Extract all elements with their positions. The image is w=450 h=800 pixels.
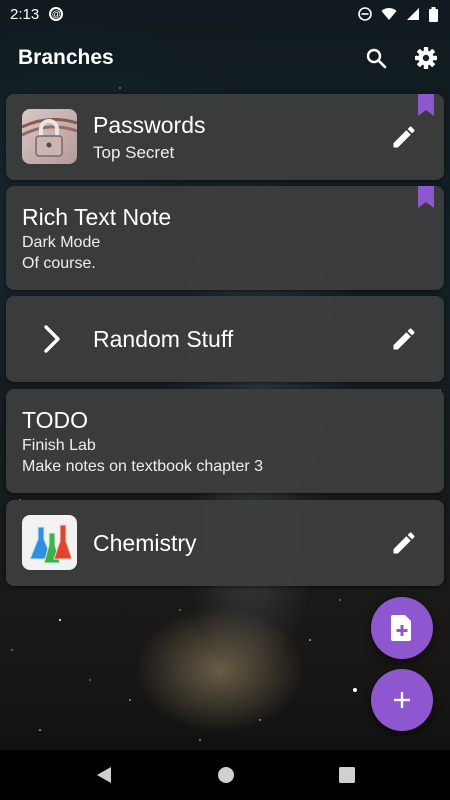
battery-icon (429, 6, 438, 22)
note-line: Finish Lab (22, 437, 96, 454)
status-bar: 2:13 @ (0, 0, 450, 28)
pencil-icon[interactable] (390, 529, 418, 557)
branch-card-chemistry[interactable]: Chemistry (6, 500, 444, 586)
system-nav-bar (0, 750, 450, 800)
card-subtitle: Top Secret (93, 143, 175, 162)
search-icon[interactable] (364, 46, 388, 70)
bookmark-icon (418, 186, 434, 208)
branch-card-random-stuff[interactable]: Random Stuff (6, 296, 444, 382)
padlock-thumbnail (22, 109, 77, 164)
card-title: Chemistry (93, 530, 197, 556)
status-time: 2:13 (10, 5, 40, 23)
app-bar: Branches (0, 36, 450, 80)
add-note-button[interactable] (371, 597, 433, 659)
app-bar-actions (364, 46, 438, 70)
plus-icon (394, 692, 410, 708)
note-card-rich-text[interactable]: Rich Text Note Dark Mode Of course. (6, 186, 444, 290)
gear-icon[interactable] (414, 46, 438, 70)
note-add-icon (391, 615, 411, 641)
note-title: TODO (22, 407, 89, 433)
do-not-disturb-icon (358, 7, 372, 21)
note-line: Make notes on textbook chapter 3 (22, 458, 264, 475)
page-title: Branches (18, 46, 114, 69)
pencil-icon[interactable] (390, 123, 418, 151)
note-line: Of course. (22, 255, 96, 272)
notification-app-icon: @ (49, 7, 64, 21)
note-line: Dark Mode (22, 234, 101, 251)
chevron-right-icon (44, 325, 60, 353)
note-card-todo[interactable]: TODO Finish Lab Make notes on textbook c… (6, 389, 444, 493)
add-button[interactable] (371, 669, 433, 731)
bookmark-icon (418, 94, 434, 116)
status-icons (358, 6, 438, 22)
wifi-icon (381, 8, 397, 20)
back-icon[interactable] (95, 766, 113, 784)
home-icon[interactable] (217, 766, 235, 784)
branch-card-passwords[interactable]: Passwords Top Secret (6, 94, 444, 180)
card-title: Random Stuff (93, 326, 234, 352)
beakers-thumbnail (22, 515, 77, 570)
recents-icon[interactable] (339, 767, 355, 783)
card-title: Passwords (93, 112, 206, 138)
signal-icon (407, 8, 419, 20)
note-title: Rich Text Note (22, 204, 172, 230)
pencil-icon[interactable] (390, 325, 418, 353)
